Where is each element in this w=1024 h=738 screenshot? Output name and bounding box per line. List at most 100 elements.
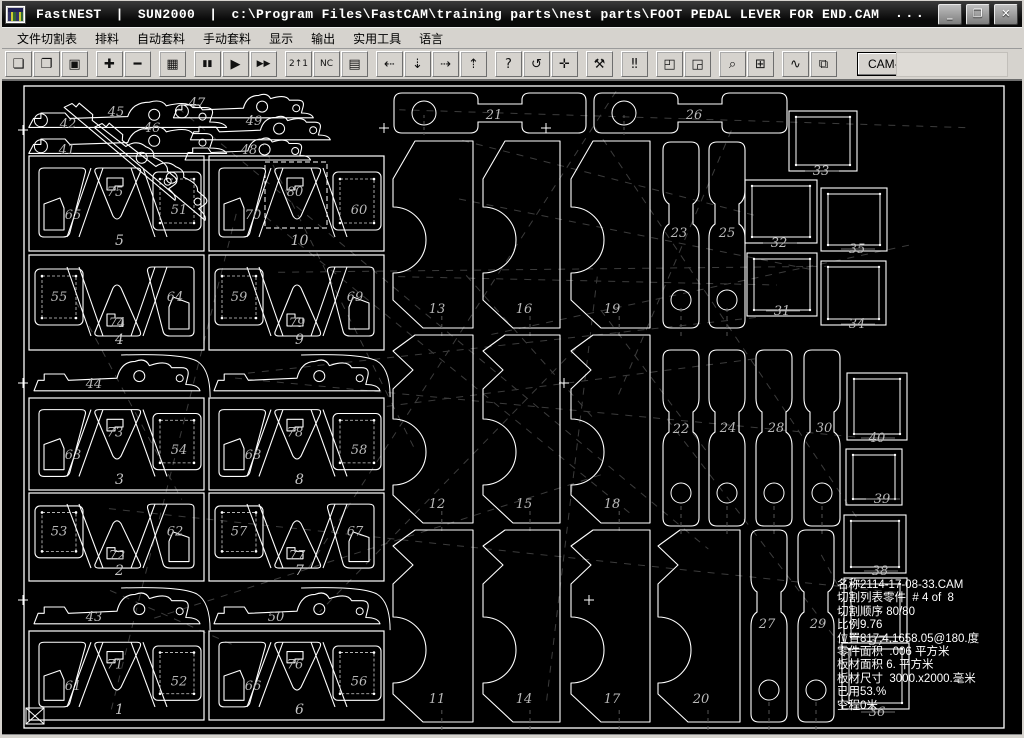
tools-button[interactable]: ⚒ (586, 51, 613, 77)
menu-item-1[interactable]: 排料 (86, 29, 128, 48)
arrow-right-button[interactable]: ⇢ (432, 51, 459, 77)
part-label: 16 (516, 302, 533, 317)
move-button[interactable]: ✛ (551, 51, 578, 77)
print-button[interactable]: ▤ (341, 51, 368, 77)
part-label: 35 (849, 242, 866, 257)
file-path: c:\Program Files\FastCAM\training parts\… (231, 7, 879, 22)
nested-part-21[interactable]: 21 (394, 93, 586, 135)
copy-sheet-button[interactable]: ⧉ (810, 51, 837, 77)
nested-part-9[interactable]: 5979699 (209, 255, 384, 350)
close-button[interactable]: ✕ (994, 4, 1018, 25)
step-button[interactable]: ◲ (684, 51, 711, 77)
new-file-button[interactable]: ❏ (5, 51, 32, 77)
arrow-left-button[interactable]: ⇠ (376, 51, 403, 77)
part-label: 23 (670, 226, 688, 241)
nested-part-33[interactable]: 33 (789, 111, 857, 179)
part-label: 22 (672, 422, 690, 437)
nested-part-22[interactable] (663, 350, 699, 526)
corner-button[interactable]: ◰ (656, 51, 683, 77)
menu-item-5[interactable]: 输出 (302, 29, 344, 48)
menu-item-2[interactable]: 自动套料 (128, 29, 194, 48)
menu-bar: 文件切割表排料自动套料手动套料显示输出实用工具语言 (2, 27, 1022, 49)
nested-part-34[interactable]: 34 (821, 261, 886, 332)
traverse-line (546, 277, 597, 703)
part-label: 4 (114, 332, 124, 348)
nested-part-8[interactable]: 6878588 (209, 398, 384, 490)
part-label: 58 (351, 443, 368, 458)
nested-part-1[interactable]: 6171521 (29, 631, 204, 720)
save-file-button[interactable]: ▣ (61, 51, 88, 77)
part-label: 39 (874, 492, 891, 507)
part-label: 41 (58, 143, 76, 158)
measure-button[interactable]: ? (495, 51, 522, 77)
status-line: 零件面积 .006 平方米 (837, 646, 979, 659)
nested-part-50[interactable] (214, 588, 390, 631)
nested-part-44[interactable] (34, 355, 210, 398)
torch-button[interactable]: ‼ (621, 51, 648, 77)
part-label: 24 (719, 421, 737, 436)
nested-part-28[interactable] (756, 350, 792, 526)
run-button[interactable]: ▶ (222, 51, 249, 77)
nested-part-38[interactable]: 38 (844, 515, 906, 579)
traverse-line (399, 110, 965, 128)
zoom-in-button[interactable]: ✚ (96, 51, 123, 77)
part-label: 75 (107, 185, 124, 200)
path-line-button[interactable]: ∿ (782, 51, 809, 77)
status-line: 板材尺寸 3000.x2000.毫米 (837, 673, 979, 686)
nested-part-7[interactable]: 5777677 (209, 493, 384, 581)
traverse-line (248, 317, 763, 373)
nested-part-3[interactable]: 6373543 (29, 398, 204, 490)
nc-code-button[interactable]: NC (313, 51, 340, 77)
part-label: 61 (65, 679, 82, 694)
nested-part-10[interactable]: 70806010 (209, 156, 384, 251)
menu-item-0[interactable]: 文件切割表 (8, 29, 86, 48)
nested-part-39[interactable]: 39 (846, 449, 902, 507)
nested-part-30[interactable] (804, 350, 840, 526)
datum-cross (541, 123, 551, 133)
arrow-up-button[interactable]: ⇡ (460, 51, 487, 77)
part-label: 64 (167, 290, 184, 305)
open-file-button[interactable]: ❐ (33, 51, 60, 77)
menu-item-7[interactable]: 语言 (410, 29, 452, 48)
part-label: 57 (231, 525, 248, 540)
part-label: 31 (774, 304, 791, 319)
nested-part-4[interactable]: 5574644 (29, 255, 204, 350)
pause-button[interactable]: ▮▮ (194, 51, 221, 77)
arrow-down-button[interactable]: ⇣ (404, 51, 431, 77)
part-label: 69 (347, 290, 364, 305)
part-label: 48 (240, 143, 258, 158)
grid-button[interactable]: ▦ (159, 51, 186, 77)
part-label: 26 (685, 108, 703, 123)
part-label: 51 (171, 203, 188, 218)
title-bar[interactable]: FastNEST | SUN2000 | c:\Program Files\Fa… (2, 1, 1022, 27)
zoom-window-button[interactable]: ⌕ (719, 51, 746, 77)
part-label: 73 (107, 426, 124, 441)
part-label: 71 (107, 657, 124, 672)
part-label: 67 (347, 525, 364, 540)
rotate-button[interactable]: ↺ (523, 51, 550, 77)
menu-item-6[interactable]: 实用工具 (344, 29, 410, 48)
nested-part-32[interactable]: 32 (745, 180, 817, 251)
nested-part-35[interactable]: 35 (821, 188, 887, 257)
nested-part-6[interactable]: 6676566 (209, 631, 384, 720)
nested-part-31[interactable]: 31 (747, 253, 817, 319)
nested-part-5[interactable]: 6575515 (29, 156, 204, 251)
fit-view-button[interactable]: ⊞ (747, 51, 774, 77)
menu-item-4[interactable]: 显示 (260, 29, 302, 48)
menu-item-3[interactable]: 手动套料 (194, 29, 260, 48)
nest-canvas[interactable]: 6575515708060105574644597969963735436878… (2, 81, 1022, 734)
part-label: 68 (245, 448, 262, 463)
minimize-button[interactable]: _ (938, 4, 962, 25)
run-fast-button[interactable]: ▶▶ (250, 51, 277, 77)
part-label: 25 (718, 226, 736, 241)
sequence-button[interactable]: 2↑1 (285, 51, 312, 77)
zoom-out-button[interactable]: ━ (124, 51, 151, 77)
status-line: 位置817.4,1658.05@180.度 (837, 633, 979, 646)
nested-part-26[interactable]: 26 (594, 93, 787, 135)
nested-part-40[interactable]: 40 (847, 373, 907, 446)
maximize-button[interactable]: ❐ (966, 4, 990, 25)
nested-part-2[interactable]: 5372622 (29, 493, 204, 581)
nested-part-24[interactable] (709, 350, 745, 526)
part-label: 78 (287, 426, 304, 441)
part-label: 79 (289, 316, 306, 331)
